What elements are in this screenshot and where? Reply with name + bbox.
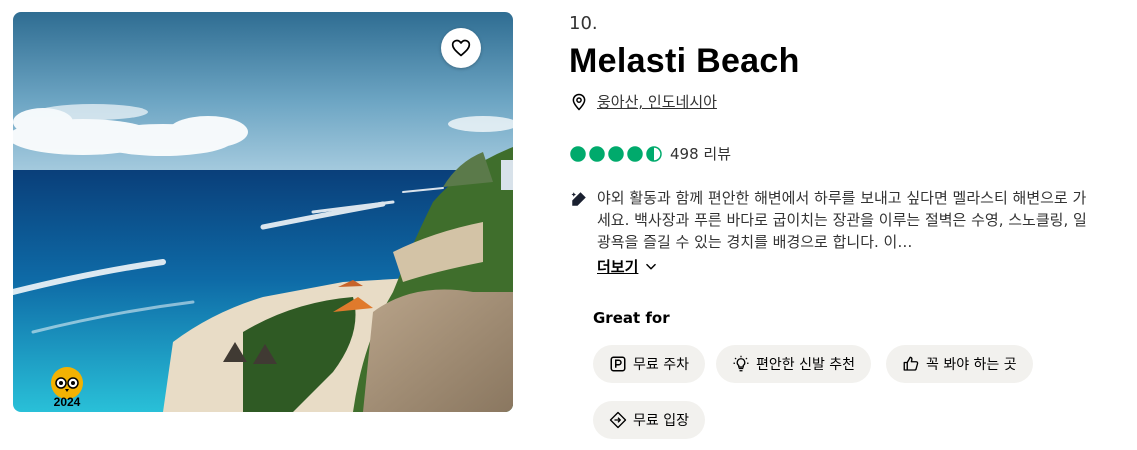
rating-bubble [646,145,662,162]
location-link[interactable]: 웅아산, 인도네시아 [597,91,717,112]
ticket-icon [609,411,627,429]
location-row: 웅아산, 인도네시아 [570,91,717,112]
description-text: 야외 활동과 함께 편안한 해변에서 하루를 보내고 싶다면 멜라스티 해변으로… [597,189,1087,251]
rating-row[interactable]: 498 리뷰 [570,143,731,164]
parking-icon [609,355,627,373]
travelers-choice-badge: 2024 [50,367,84,411]
map-pin-icon [572,93,586,111]
save-heart-button[interactable] [441,28,481,68]
chip-label: 무료 주차 [633,357,689,373]
review-count[interactable]: 498 리뷰 [670,143,731,164]
rating-bubble [570,145,586,162]
read-more-button[interactable]: 더보기 [597,256,658,277]
read-more-label: 더보기 [597,258,639,276]
chip-comfortable-shoes[interactable]: 편안한 신발 추천 [716,345,872,383]
sparkle-pen-icon [571,192,586,206]
award-year: 2024 [53,395,81,409]
chip-free-parking[interactable]: 무료 주차 [593,345,705,383]
rank-number: 10. [569,13,598,34]
description: 야외 활동과 함께 편안한 해변에서 하루를 보내고 싶다면 멜라스티 해변으로… [570,187,1090,253]
attraction-photo[interactable]: 2024 [13,12,513,412]
beach-cliff-image [13,12,513,412]
chip-must-see[interactable]: 꼭 봐야 하는 곳 [886,345,1033,383]
rating-bubble [608,145,624,162]
attraction-title[interactable]: Melasti Beach [569,42,800,81]
rating-bubble [589,145,605,162]
chip-label: 꼭 봐야 하는 곳 [926,357,1017,373]
lightbulb-icon [732,355,750,373]
chip-free-admission[interactable]: 무료 입장 [593,401,705,439]
rating-bubbles [570,145,662,162]
thumbs-up-icon [902,355,920,373]
chip-label: 편안한 신발 추천 [756,357,856,373]
great-for-heading: Great for [593,309,670,327]
heart-icon [451,39,471,57]
rating-bubble [627,145,643,162]
chevron-down-icon [646,263,657,269]
chip-label: 무료 입장 [633,413,689,429]
